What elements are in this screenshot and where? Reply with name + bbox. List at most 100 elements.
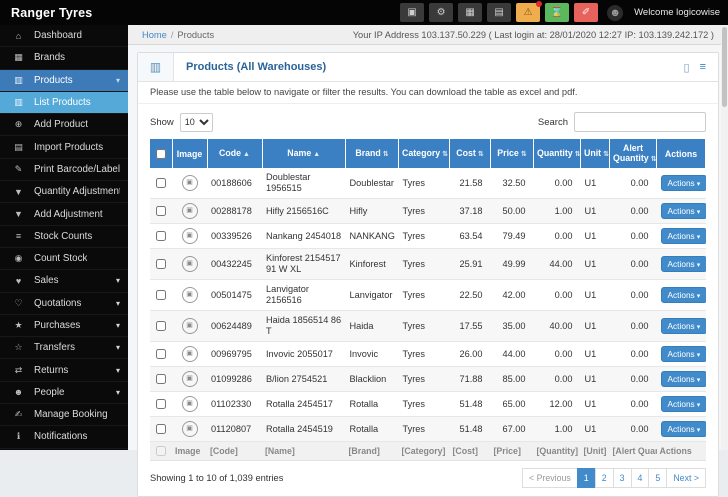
user-avatar[interactable]: ☻ xyxy=(607,5,623,21)
column-header-quantity[interactable]: Quantity⇅ xyxy=(534,139,581,168)
breadcrumb-home-link[interactable]: Home xyxy=(142,30,167,40)
sidebar-item-label: Purchases xyxy=(34,320,80,331)
sidebar-item-quantity-adjustments[interactable]: ▼Quantity Adjustments xyxy=(0,181,128,203)
sidebar-item-print-barcode-label[interactable]: ✎Print Barcode/Label xyxy=(0,159,128,181)
row-checkbox[interactable] xyxy=(156,231,166,241)
sidebar-item-notifications[interactable]: ℹNotifications xyxy=(0,426,128,448)
row-checkbox[interactable] xyxy=(156,290,166,300)
actions-button[interactable]: Actions▾ xyxy=(661,421,706,437)
cell-brand: Doublestar xyxy=(346,168,399,199)
sidebar-item-products[interactable]: ▥Products▾ xyxy=(0,70,128,92)
product-image-placeholder-icon[interactable]: ▣ xyxy=(182,175,198,191)
pagination-next[interactable]: Next > xyxy=(666,468,706,488)
actions-button[interactable]: Actions▾ xyxy=(661,256,706,272)
pagination-previous[interactable]: < Previous xyxy=(522,468,578,488)
cell-unit: U1 xyxy=(581,199,610,224)
row-checkbox[interactable] xyxy=(156,178,166,188)
sidebar-item-brands[interactable]: ▦Brands xyxy=(0,47,128,69)
sidebar-item-dashboard[interactable]: ⌂Dashboard xyxy=(0,25,128,47)
pagination-page-4[interactable]: 4 xyxy=(631,468,650,488)
sidebar-item-returns[interactable]: ⇄Returns▾ xyxy=(0,359,128,381)
actions-button[interactable]: Actions▾ xyxy=(661,228,706,244)
product-image-placeholder-icon[interactable]: ▣ xyxy=(182,421,198,437)
product-image-placeholder-icon[interactable]: ▣ xyxy=(182,346,198,362)
scrollbar-thumb[interactable] xyxy=(722,27,727,107)
hourglass-icon[interactable]: ⌛ xyxy=(545,3,569,22)
actions-button[interactable]: Actions▾ xyxy=(661,203,706,219)
pagination-page-3[interactable]: 3 xyxy=(613,468,632,488)
page-length-select[interactable]: 10 xyxy=(180,113,213,132)
column-header-actions[interactable]: Actions xyxy=(657,139,706,168)
actions-button[interactable]: Actions▾ xyxy=(661,346,706,362)
alerts-warning-icon[interactable]: ⚠ xyxy=(516,3,540,22)
column-header-code[interactable]: Code▲ xyxy=(207,139,262,168)
sidebar-item-stock-counts[interactable]: ≡Stock Counts xyxy=(0,226,128,248)
caret-down-icon: ▾ xyxy=(697,234,701,241)
page-scrollbar[interactable] xyxy=(721,25,728,450)
row-checkbox[interactable] xyxy=(156,206,166,216)
export-icon[interactable]: ▯ xyxy=(684,61,690,74)
row-checkbox[interactable] xyxy=(156,349,166,359)
sidebar-item-import-products[interactable]: ▤Import Products xyxy=(0,136,128,158)
row-checkbox[interactable] xyxy=(156,399,166,409)
sidebar-item-list-products[interactable]: ▥List Products xyxy=(0,92,128,114)
top-header: Ranger Tyres ▣⚙▦▤⚠⌛✐ ☻ Welcome logicowis… xyxy=(0,0,728,25)
product-image-placeholder-icon[interactable]: ▣ xyxy=(182,256,198,272)
cell-unit: U1 xyxy=(581,224,610,249)
column-header-name[interactable]: Name▲ xyxy=(262,139,346,168)
actions-button[interactable]: Actions▾ xyxy=(661,318,706,334)
row-checkbox[interactable] xyxy=(156,259,166,269)
sidebar-item-people[interactable]: ☻People▾ xyxy=(0,382,128,404)
sidebar-item-label: People xyxy=(34,387,65,398)
product-image-placeholder-icon[interactable]: ▣ xyxy=(182,287,198,303)
row-checkbox[interactable] xyxy=(156,424,166,434)
list-view-icon[interactable]: ≡ xyxy=(700,61,706,74)
pagination-page-5[interactable]: 5 xyxy=(648,468,667,488)
cell-brand: Rotalla xyxy=(346,392,399,417)
row-checkbox-cell xyxy=(150,367,172,392)
actions-button[interactable]: Actions▾ xyxy=(661,371,706,387)
actions-button[interactable]: Actions▾ xyxy=(661,396,706,412)
column-header-unit[interactable]: Unit⇅ xyxy=(581,139,610,168)
settings-icon[interactable]: ⚙ xyxy=(429,3,453,22)
cell-quantity: 0.00 xyxy=(534,342,581,367)
search-input[interactable] xyxy=(574,112,706,132)
column-header-image[interactable]: Image xyxy=(172,139,207,168)
sidebar-item-manage-booking[interactable]: ✍Manage Booking xyxy=(0,404,128,426)
select-all-checkbox[interactable] xyxy=(156,149,166,159)
info-bar: Home / Products Your IP Address 103.137.… xyxy=(128,25,728,45)
sidebar-item-sales[interactable]: ♥Sales▾ xyxy=(0,270,128,292)
pagination-page-1[interactable]: 1 xyxy=(577,468,596,488)
calendar-icon[interactable]: ▤ xyxy=(487,3,511,22)
sort-both-icon: ⇅ xyxy=(383,151,389,158)
sidebar-item-add-product[interactable]: ⊕Add Product xyxy=(0,114,128,136)
product-image-placeholder-icon[interactable]: ▣ xyxy=(182,318,198,334)
column-header-cost[interactable]: Cost⇅ xyxy=(450,139,491,168)
product-image-placeholder-icon[interactable]: ▣ xyxy=(182,396,198,412)
actions-button[interactable]: Actions▾ xyxy=(661,175,706,191)
column-header-price[interactable]: Price⇅ xyxy=(491,139,534,168)
pagination-page-2[interactable]: 2 xyxy=(595,468,614,488)
sidebar-item-add-adjustment[interactable]: ▼Add Adjustment xyxy=(0,203,128,225)
product-image-placeholder-icon[interactable]: ▣ xyxy=(182,203,198,219)
calculator-icon[interactable]: ▦ xyxy=(458,3,482,22)
column-header-alert-quantity[interactable]: Alert Quantity⇅ xyxy=(610,139,657,168)
caret-down-icon: ▾ xyxy=(697,352,701,359)
pos-icon[interactable]: ▣ xyxy=(400,3,424,22)
column-header-brand[interactable]: Brand⇅ xyxy=(346,139,399,168)
sidebar-item-transfers[interactable]: ☆Transfers▾ xyxy=(0,337,128,359)
transfers-icon: ☆ xyxy=(12,342,25,353)
actions-button[interactable]: Actions▾ xyxy=(661,287,706,303)
sidebar-item-purchases[interactable]: ★Purchases▾ xyxy=(0,315,128,337)
eraser-icon[interactable]: ✐ xyxy=(574,3,598,22)
select-all-checkbox-header[interactable] xyxy=(150,139,172,168)
row-checkbox[interactable] xyxy=(156,374,166,384)
cell-actions: Actions▾ xyxy=(657,367,706,392)
sidebar-item-count-stock[interactable]: ◉Count Stock xyxy=(0,248,128,270)
product-image-placeholder-icon[interactable]: ▣ xyxy=(182,371,198,387)
product-image-placeholder-icon[interactable]: ▣ xyxy=(182,228,198,244)
column-header-category[interactable]: Category⇅ xyxy=(399,139,450,168)
cell-quantity: 1.00 xyxy=(534,199,581,224)
sidebar-item-quotations[interactable]: ♡Quotations▾ xyxy=(0,293,128,315)
row-checkbox[interactable] xyxy=(156,321,166,331)
